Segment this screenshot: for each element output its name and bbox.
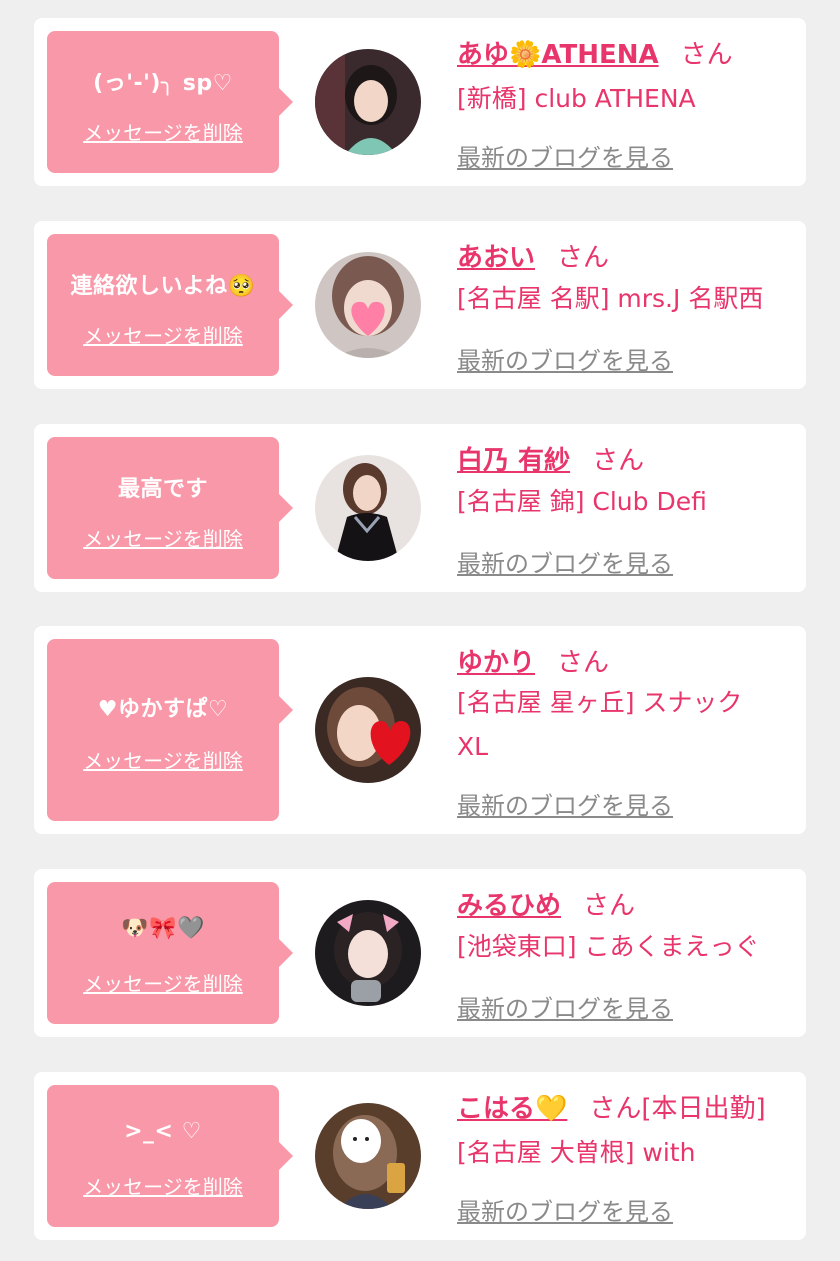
message-text: >_< ♡ [124, 1119, 202, 1144]
message-text: 最高です [117, 477, 208, 502]
shop-name: [名古屋 錦] Club Defi [457, 487, 707, 516]
delete-message-link[interactable]: メッセージを削除 [47, 523, 279, 552]
message-bubble: ♥ゆかすぱ♡ メッセージを削除 [47, 639, 293, 821]
latest-blog-link[interactable]: 最新のブログを見る [457, 138, 673, 173]
avatar[interactable] [315, 1103, 421, 1209]
girl-name-link[interactable]: あゆ🌼ATHENA [457, 40, 659, 70]
message-card: ♥ゆかすぱ♡ メッセージを削除 ゆかり さん [名古屋 星ヶ丘] スナック XL … [34, 626, 806, 834]
message-text: (っ'-')╮ sp♡ [93, 71, 233, 96]
honorific: さん [557, 243, 610, 273]
message-bubble: (っ'-')╮ sp♡ メッセージを削除 [47, 31, 293, 173]
delete-message-link[interactable]: メッセージを削除 [47, 968, 279, 997]
delete-message-link[interactable]: メッセージを削除 [47, 320, 279, 349]
message-card: 最高です メッセージを削除 白乃 有紗 さん [名古屋 錦] Club Defi … [34, 424, 806, 592]
avatar[interactable] [315, 49, 421, 155]
message-bubble: 最高です メッセージを削除 [47, 437, 293, 579]
profile-photo-icon [315, 900, 421, 1006]
message-bubble: >_< ♡ メッセージを削除 [47, 1085, 293, 1227]
girl-name-link[interactable]: みるひめ [457, 891, 561, 921]
latest-blog-link[interactable]: 最新のブログを見る [457, 544, 673, 579]
name-line: みるひめ さん [457, 885, 635, 922]
message-card: (っ'-')╮ sp♡ メッセージを削除 あゆ🌼ATHENA さん [新橋] cl… [34, 18, 806, 186]
name-line: 白乃 有紗 さん [457, 440, 644, 477]
girl-name-link[interactable]: こはる💛 [457, 1094, 567, 1124]
latest-blog-link[interactable]: 最新のブログを見る [457, 989, 673, 1024]
avatar[interactable] [315, 677, 421, 783]
shop-name: [名古屋 大曽根] with [457, 1138, 696, 1167]
shop-name: [新橋] club ATHENA [457, 84, 696, 113]
message-bubble: 連絡欲しいよね🥺 メッセージを削除 [47, 234, 293, 376]
profile-photo-icon [315, 455, 421, 561]
honorific: さん [583, 891, 636, 921]
shop-name: [池袋東口] こあくまえっぐ [457, 932, 760, 961]
honorific: さん [592, 446, 645, 476]
profile-photo-heart-sticker-icon [315, 252, 421, 358]
avatar[interactable] [315, 455, 421, 561]
delete-message-link[interactable]: メッセージを削除 [47, 117, 279, 146]
delete-message-link[interactable]: メッセージを削除 [47, 745, 279, 774]
message-card: >_< ♡ メッセージを削除 こはる💛 さん[本日出勤] [名古屋 大曽根] wi… [34, 1072, 806, 1240]
message-bubble: 🐶🎀🩶 メッセージを削除 [47, 882, 293, 1024]
honorific: さん [589, 1094, 642, 1124]
message-card: 🐶🎀🩶 メッセージを削除 みるひめ さん [池袋東口] こあくまえっぐ 最新のブロ… [34, 869, 806, 1037]
message-text: 連絡欲しいよね🥺 [70, 274, 256, 299]
girl-name-link[interactable]: あおい [457, 243, 535, 273]
latest-blog-link[interactable]: 最新のブログを見る [457, 1192, 673, 1227]
delete-message-link[interactable]: メッセージを削除 [47, 1171, 279, 1200]
message-card: 連絡欲しいよね🥺 メッセージを削除 あおい さん [名古屋 名駅] mrs.J 名… [34, 221, 806, 389]
profile-photo-heart-sticker-icon [315, 677, 421, 783]
avatar[interactable] [315, 252, 421, 358]
name-line: ゆかり さん [457, 642, 609, 679]
message-text: 🐶🎀🩶 [121, 916, 205, 941]
girl-name-link[interactable]: 白乃 有紗 [457, 446, 570, 476]
girl-name-link[interactable]: ゆかり [457, 648, 535, 678]
latest-blog-link[interactable]: 最新のブログを見る [457, 786, 673, 821]
honorific: さん [557, 648, 610, 678]
avatar[interactable] [315, 900, 421, 1006]
name-line: あゆ🌼ATHENA さん [457, 34, 733, 71]
shop-name: [名古屋 名駅] mrs.J 名駅西 [457, 284, 764, 313]
profile-photo-icon [315, 49, 421, 155]
latest-blog-link[interactable]: 最新のブログを見る [457, 341, 673, 376]
profile-photo-face-sticker-icon [315, 1103, 421, 1209]
message-text: ♥ゆかすぱ♡ [97, 697, 229, 722]
shop-name: [名古屋 星ヶ丘] スナック XL [457, 688, 743, 761]
status-tag: [本日出勤] [641, 1094, 766, 1124]
honorific: さん [680, 40, 733, 70]
name-line: こはる💛 さん[本日出勤] [457, 1088, 766, 1125]
name-line: あおい さん [457, 237, 609, 274]
